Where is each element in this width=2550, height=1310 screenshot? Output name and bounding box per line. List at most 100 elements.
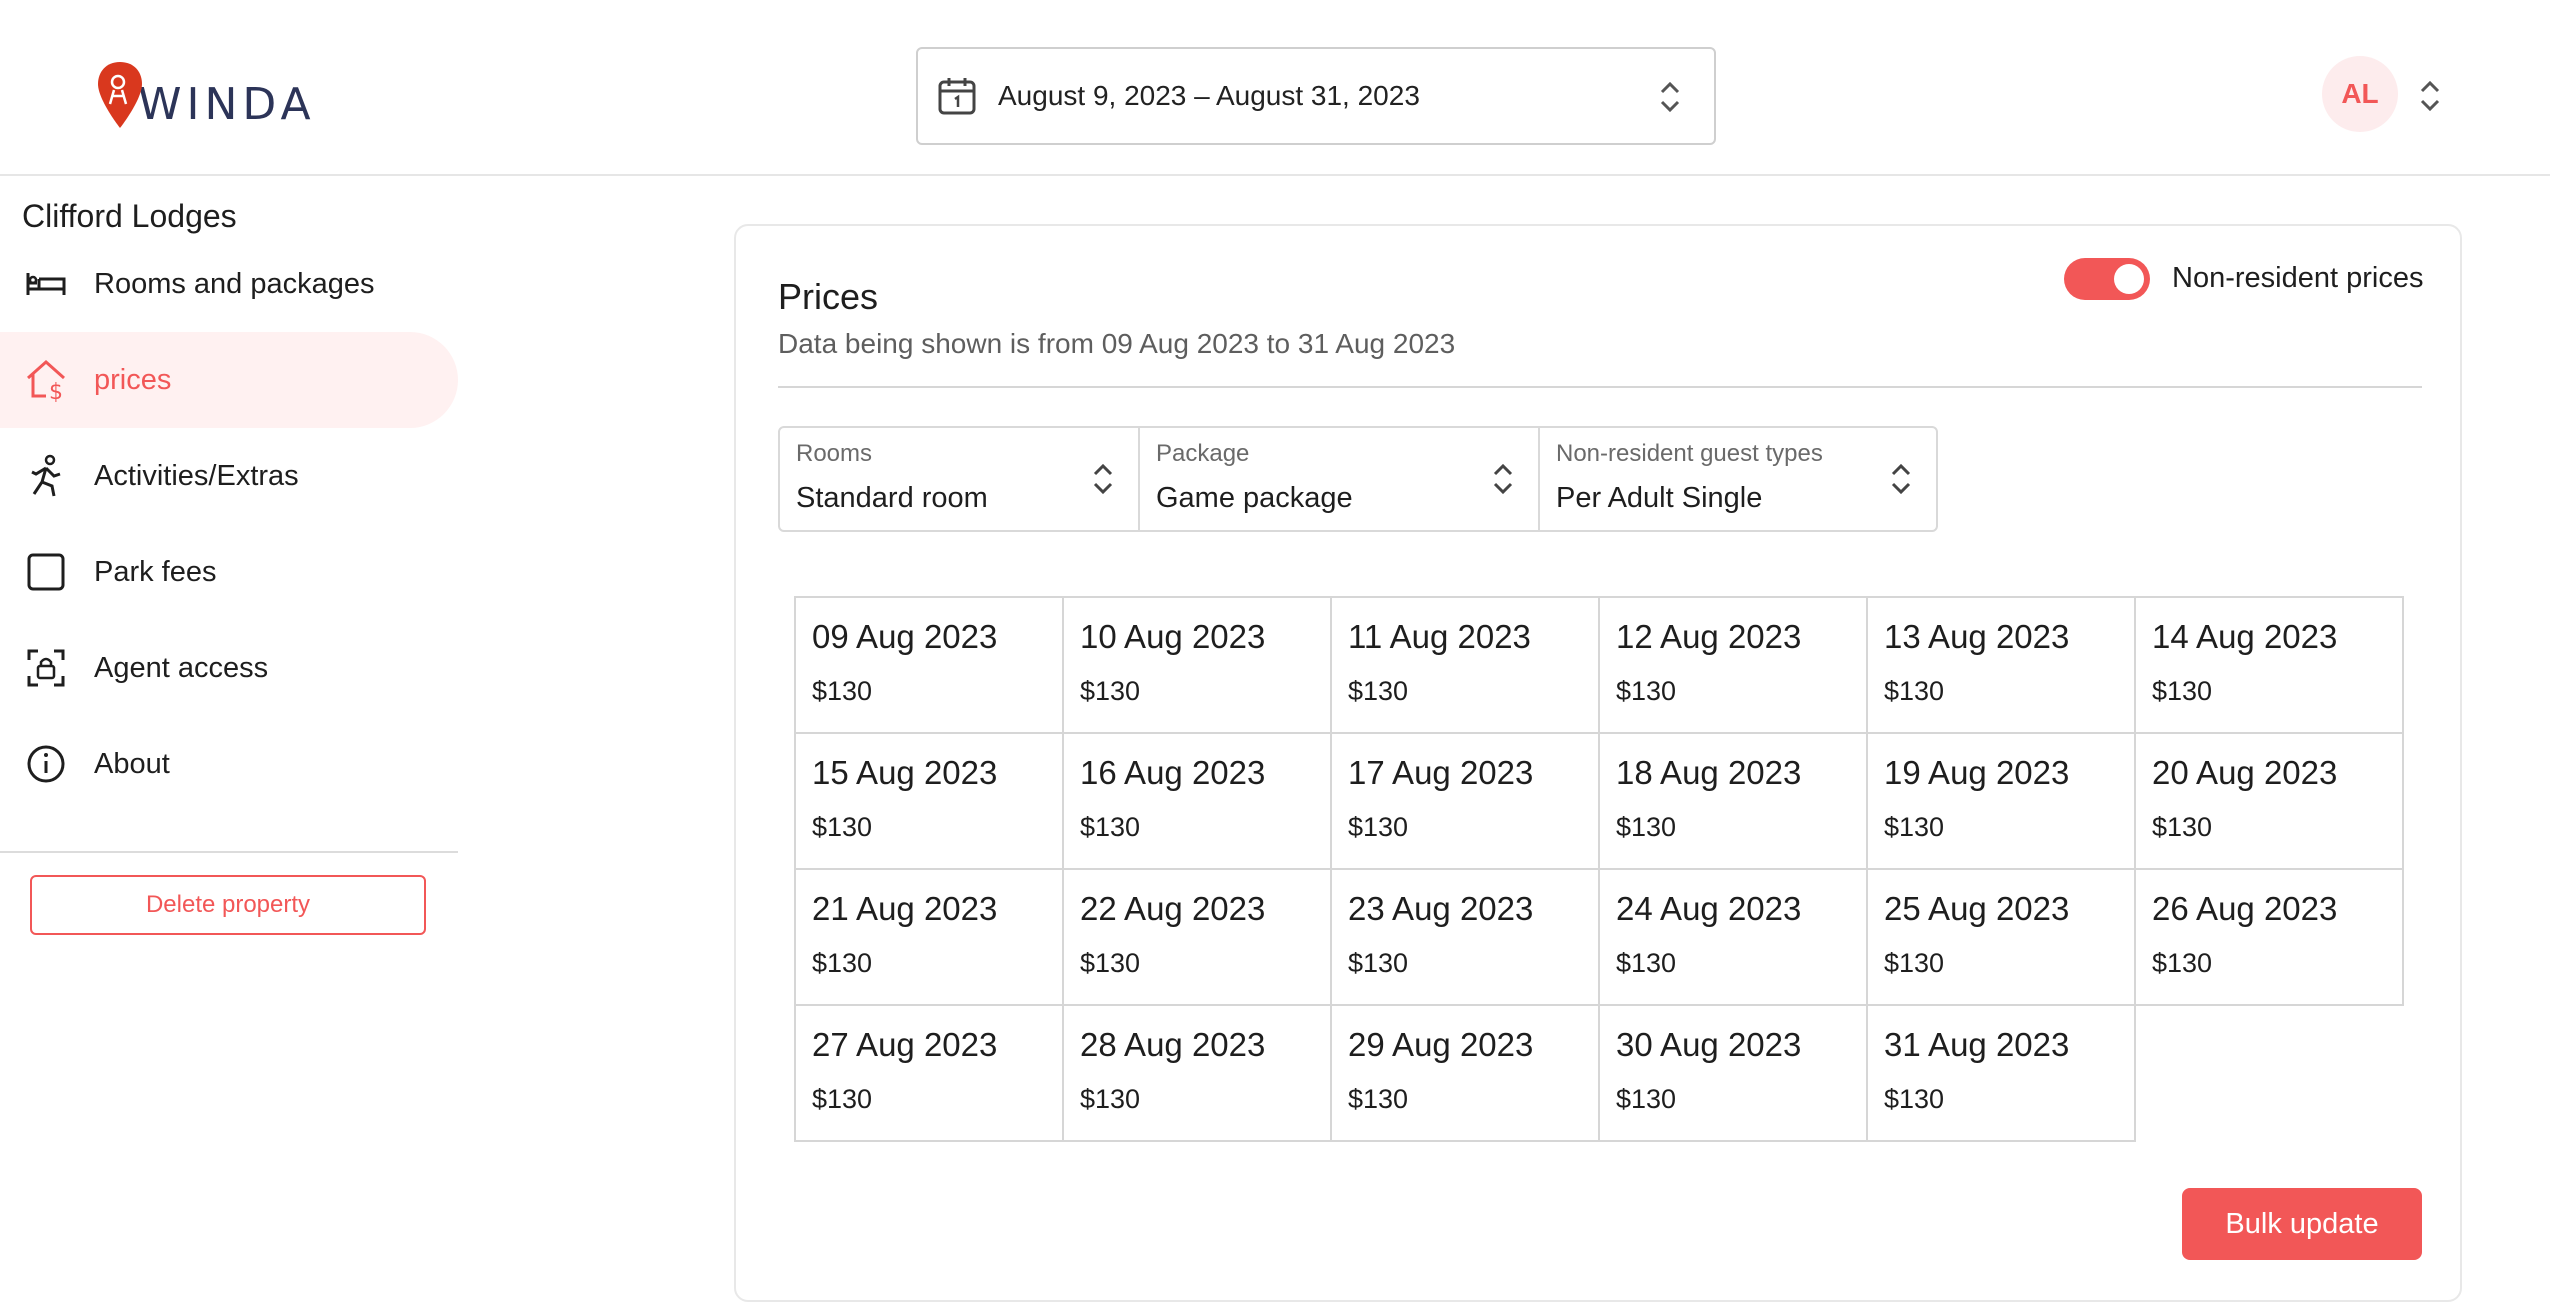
toggle-knob — [2114, 264, 2144, 294]
price-value: $130 — [812, 1084, 873, 1114]
price-cell[interactable]: 15 Aug 2023 $130 — [796, 734, 1064, 870]
filter-label: Non-resident guest types — [1556, 440, 1823, 467]
user-menu-chevron-icon[interactable] — [2418, 78, 2442, 114]
chevron-up-down-icon — [1660, 81, 1680, 113]
date-range-text: August 9, 2023 – August 31, 2023 — [998, 80, 1420, 111]
price-date: 29 Aug 2023 — [1348, 1026, 1534, 1063]
delete-property-button[interactable]: Delete property — [30, 875, 426, 935]
sidebar-item-park-fees[interactable]: Park fees — [0, 524, 458, 620]
price-cell[interactable]: 21 Aug 2023 $130 — [796, 870, 1064, 1006]
price-value: $130 — [1348, 1084, 1409, 1114]
guest-type-select[interactable]: Non-resident guest types Per Adult Singl… — [1540, 428, 1936, 530]
price-date: 28 Aug 2023 — [1080, 1026, 1266, 1063]
sidebar: Clifford Lodges Rooms and packages $ pri… — [0, 178, 460, 1310]
sidebar-item-about[interactable]: About — [0, 716, 458, 812]
price-value: $130 — [1616, 676, 1677, 706]
price-cell[interactable]: 12 Aug 2023 $130 — [1600, 598, 1868, 734]
page-title: Prices — [778, 276, 879, 317]
filter-label: Rooms — [796, 440, 873, 467]
price-cell[interactable]: 28 Aug 2023 $130 — [1064, 1006, 1332, 1142]
price-value: $130 — [1348, 676, 1409, 706]
toggle-label: Non-resident prices — [2172, 262, 2424, 294]
price-cell[interactable]: 20 Aug 2023 $130 — [2136, 734, 2404, 870]
price-value: $130 — [812, 676, 873, 706]
price-cell[interactable]: 18 Aug 2023 $130 — [1600, 734, 1868, 870]
sidebar-item-activities-extras[interactable]: Activities/Extras — [0, 428, 458, 524]
price-value: $130 — [1884, 676, 1945, 706]
price-date: 10 Aug 2023 — [1080, 618, 1266, 655]
rooms-select[interactable]: Rooms Standard room — [780, 428, 1140, 530]
user-initials: AL — [2341, 78, 2379, 109]
price-cell[interactable]: 13 Aug 2023 $130 — [1868, 598, 2136, 734]
house-dollar-icon: $ — [22, 356, 70, 404]
price-value: $130 — [2152, 948, 2213, 978]
filter-value: Standard room — [796, 482, 988, 514]
price-cell[interactable]: 14 Aug 2023 $130 — [2136, 598, 2404, 734]
price-value: $130 — [1884, 1084, 1945, 1114]
date-range-subtitle: Data being shown is from 09 Aug 2023 to … — [778, 328, 1456, 359]
price-date: 11 Aug 2023 — [1348, 618, 1531, 655]
filter-label: Package — [1156, 440, 1250, 467]
sidebar-item-rooms-and-packages[interactable]: Rooms and packages — [0, 236, 458, 332]
price-cell[interactable]: 09 Aug 2023 $130 — [796, 598, 1064, 734]
price-value: $130 — [1884, 812, 1945, 842]
package-select[interactable]: Package Game package — [1140, 428, 1540, 530]
price-cell[interactable]: 19 Aug 2023 $130 — [1868, 734, 2136, 870]
sidebar-divider — [0, 851, 458, 853]
price-cell[interactable]: 10 Aug 2023 $130 — [1064, 598, 1332, 734]
price-date: 21 Aug 2023 — [812, 890, 998, 927]
price-value: $130 — [812, 948, 873, 978]
user-avatar[interactable]: AL — [2322, 56, 2398, 132]
prices-card: Prices Data being shown is from 09 Aug 2… — [734, 224, 2462, 1302]
sidebar-item-label: Activities/Extras — [94, 459, 299, 492]
price-date: 09 Aug 2023 — [812, 618, 998, 655]
chevron-up-down-icon — [1493, 463, 1513, 495]
price-date: 25 Aug 2023 — [1884, 890, 2070, 927]
sidebar-item-label: Park fees — [94, 555, 217, 588]
brand-name: WINDA — [138, 79, 316, 130]
price-cell[interactable]: 24 Aug 2023 $130 — [1600, 870, 1868, 1006]
calendar-icon — [938, 78, 976, 115]
chevron-up-down-icon — [1891, 463, 1911, 495]
price-cell[interactable]: 25 Aug 2023 $130 — [1868, 870, 2136, 1006]
price-cell[interactable]: 11 Aug 2023 $130 — [1332, 598, 1600, 734]
price-cell[interactable]: 30 Aug 2023 $130 — [1600, 1006, 1868, 1142]
price-value: $130 — [2152, 812, 2213, 842]
price-date: 15 Aug 2023 — [812, 754, 998, 791]
price-date: 20 Aug 2023 — [2152, 754, 2338, 791]
logo-pin-icon — [98, 62, 142, 128]
sidebar-item-agent-access[interactable]: Agent access — [0, 620, 458, 716]
square-icon — [22, 548, 70, 596]
price-date: 30 Aug 2023 — [1616, 1026, 1802, 1063]
price-value: $130 — [1080, 1084, 1141, 1114]
price-cell[interactable]: 27 Aug 2023 $130 — [796, 1006, 1064, 1142]
sidebar-item-label: Agent access — [94, 651, 269, 684]
price-value: $130 — [1616, 1084, 1677, 1114]
running-person-icon — [22, 452, 70, 500]
price-cell[interactable]: 31 Aug 2023 $130 — [1868, 1006, 2136, 1142]
price-value: $130 — [1348, 812, 1409, 842]
svg-text:$: $ — [49, 380, 63, 402]
bulk-update-button[interactable]: Bulk update — [2182, 1188, 2422, 1260]
price-cell[interactable]: 16 Aug 2023 $130 — [1064, 734, 1332, 870]
price-cell[interactable]: 26 Aug 2023 $130 — [2136, 870, 2404, 1006]
price-cell[interactable]: 17 Aug 2023 $130 — [1332, 734, 1600, 870]
date-range-picker[interactable]: August 9, 2023 – August 31, 2023 — [916, 47, 1716, 145]
sidebar-item-label: prices — [94, 363, 172, 396]
sidebar-item-label: Rooms and packages — [94, 267, 375, 300]
non-resident-toggle[interactable] — [2064, 258, 2150, 300]
price-cell[interactable]: 29 Aug 2023 $130 — [1332, 1006, 1600, 1142]
property-name: Clifford Lodges — [22, 198, 237, 234]
sidebar-item-label: About — [94, 747, 170, 780]
price-date: 14 Aug 2023 — [2152, 618, 2338, 655]
price-date: 22 Aug 2023 — [1080, 890, 1266, 927]
winda-logo[interactable]: WINDA — [94, 60, 316, 132]
filter-bar: Rooms Standard room Package Game package… — [778, 426, 1938, 532]
sidebar-item-prices[interactable]: $ prices — [0, 332, 458, 428]
price-cell[interactable]: 23 Aug 2023 $130 — [1332, 870, 1600, 1006]
price-value: $130 — [1616, 948, 1677, 978]
filter-value: Game package — [1156, 482, 1353, 514]
price-value: $130 — [1080, 948, 1141, 978]
price-date: 18 Aug 2023 — [1616, 754, 1802, 791]
price-cell[interactable]: 22 Aug 2023 $130 — [1064, 870, 1332, 1006]
